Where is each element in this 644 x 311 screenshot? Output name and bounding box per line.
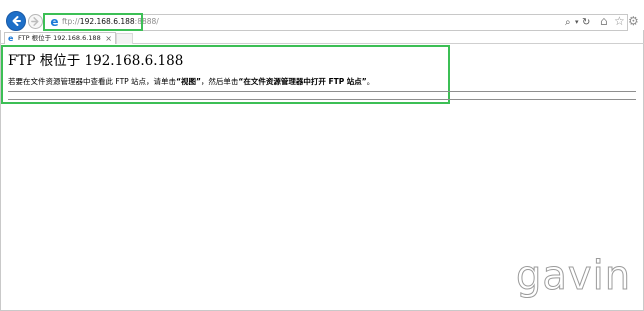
- dropdown-icon[interactable]: ▾: [575, 16, 579, 29]
- divider: [8, 99, 636, 100]
- new-tab-button[interactable]: [116, 33, 133, 44]
- ie-logo-icon: e: [50, 15, 59, 29]
- open-in-explorer-label: “在文件资源管理器中打开 FTP 站点”: [238, 77, 367, 86]
- instruction-text: 若要在文件资源管理器中查看此 FTP 站点，请单击“视图”，然后单击“在文件资源…: [8, 76, 374, 87]
- instruction-middle: ，然后单击: [200, 77, 239, 86]
- back-button[interactable]: [6, 11, 26, 31]
- url-scheme: ftp://: [62, 17, 80, 26]
- url-host: 192.168.6.188: [79, 17, 135, 26]
- search-icon[interactable]: ⌕: [565, 16, 571, 29]
- close-icon[interactable]: ×: [105, 33, 112, 44]
- back-icon: [12, 16, 21, 26]
- instruction-prefix: 若要在文件资源管理器中查看此 FTP 站点，请单击: [8, 77, 177, 86]
- gear-icon[interactable]: ⚙: [628, 14, 639, 28]
- url-port: :8888/: [134, 17, 159, 26]
- tab-ftp-root[interactable]: e FTP 根位于 192.168.6.188 ×: [4, 32, 116, 44]
- ie-tab-icon: e: [8, 34, 14, 43]
- page-title: FTP 根位于 192.168.6.188: [8, 53, 184, 69]
- tab-strip: e FTP 根位于 192.168.6.188 ×: [0, 31, 644, 44]
- forward-button[interactable]: [28, 14, 43, 29]
- address-bar[interactable]: e ftp://192.168.6.188:8888/ ⌕ ▾ ↻: [44, 14, 628, 31]
- star-icon[interactable]: ☆: [614, 14, 625, 28]
- forward-icon: [31, 17, 39, 26]
- address-url[interactable]: ftp://192.168.6.188:8888/: [62, 17, 159, 26]
- refresh-icon[interactable]: ↻: [582, 16, 590, 29]
- browser-toolbar: e ftp://192.168.6.188:8888/ ⌕ ▾ ↻ ⌂ ☆ ⚙: [0, 0, 644, 31]
- home-icon[interactable]: ⌂: [600, 14, 608, 28]
- instruction-suffix: 。: [366, 77, 375, 86]
- tab-label: FTP 根位于 192.168.6.188: [18, 34, 101, 42]
- watermark-text: gavin: [515, 253, 632, 300]
- divider: [8, 91, 636, 92]
- view-label: “视图”: [176, 77, 201, 86]
